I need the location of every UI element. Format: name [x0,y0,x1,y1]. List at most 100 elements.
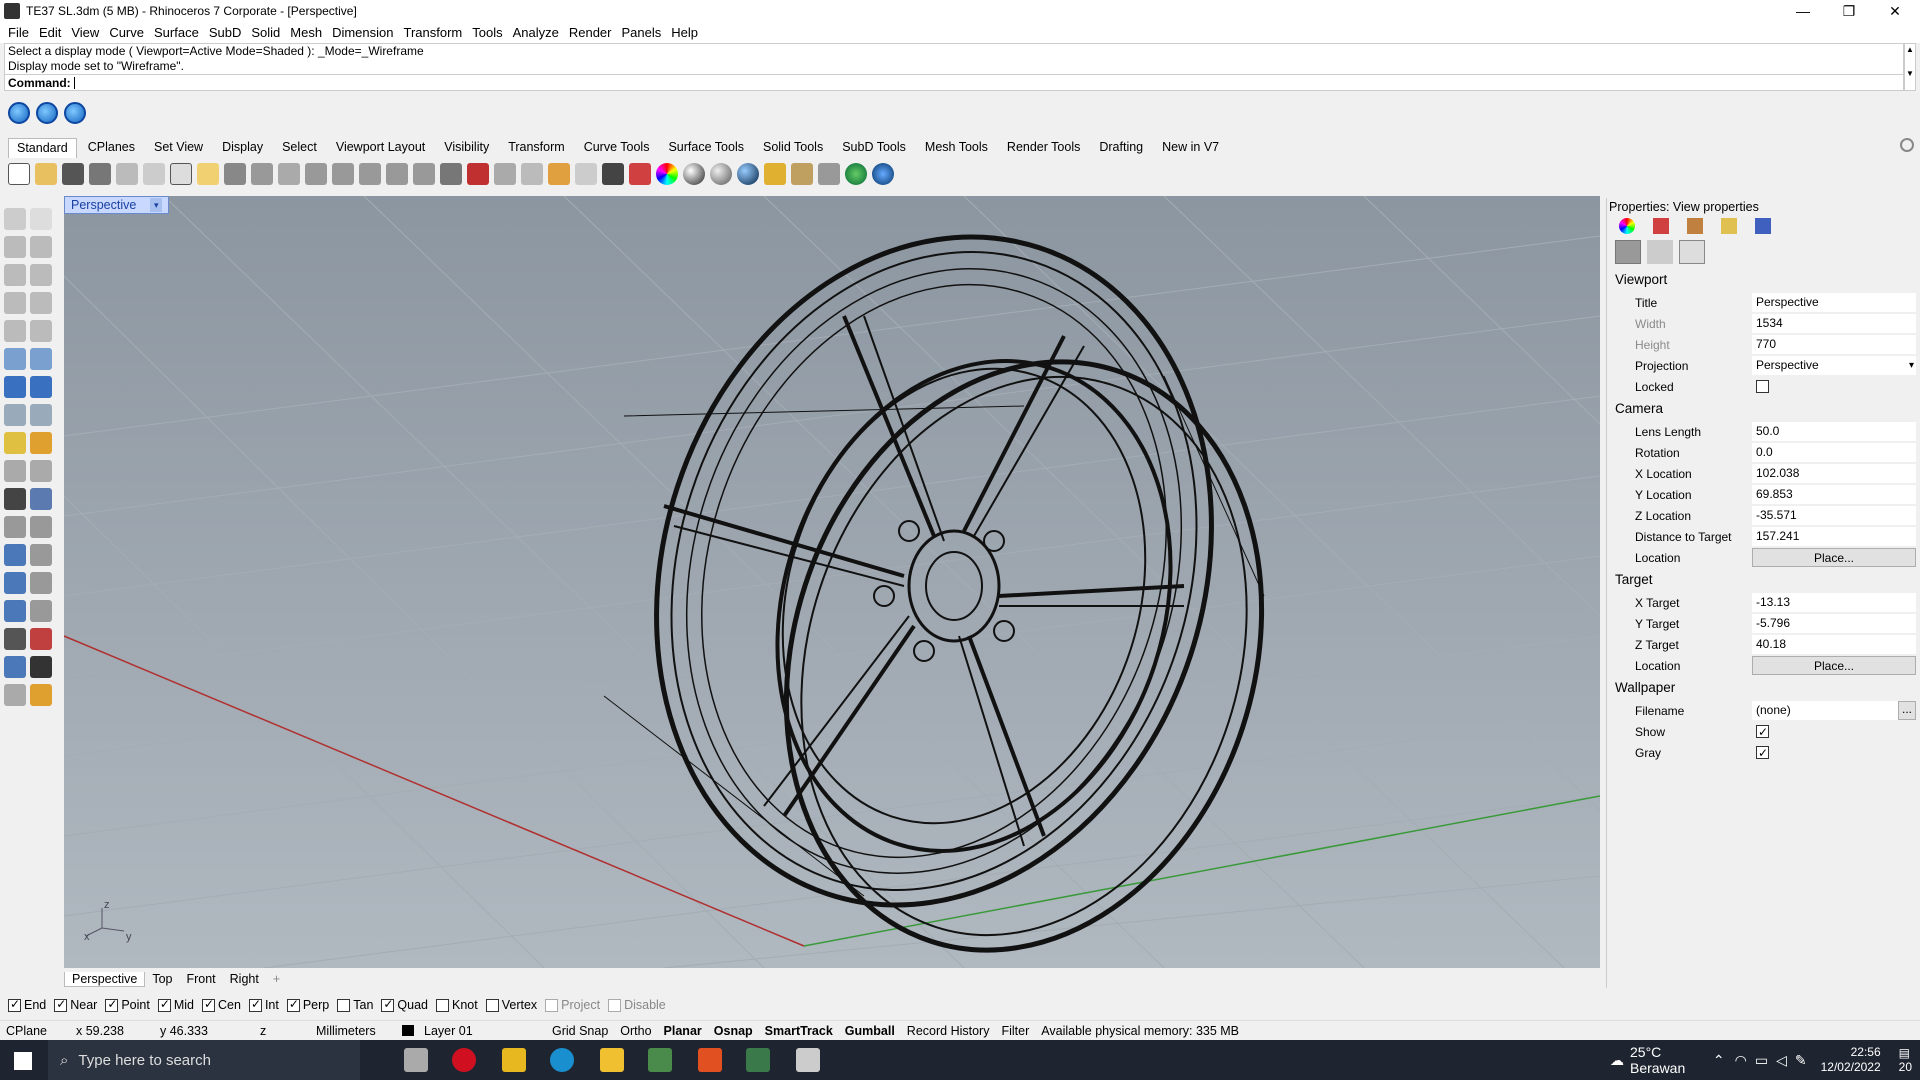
osnap-checkbox[interactable] [381,997,395,1012]
command-history-scroll[interactable]: ▲ ▼ [1904,43,1916,91]
smarttrack-toggle[interactable]: SmartTrack [759,1024,839,1038]
import-icon[interactable] [116,163,138,185]
polyline-icon[interactable] [4,236,26,258]
tab-surface-tools[interactable]: Surface Tools [660,138,752,158]
text-icon[interactable] [4,544,26,566]
viewport-tab-top[interactable]: Top [145,972,179,986]
light-icon[interactable] [4,432,26,454]
menu-help[interactable]: Help [669,25,706,40]
osnap-perp[interactable]: Perp [286,997,329,1012]
group-icon[interactable] [30,488,52,510]
tab-standard[interactable]: Standard [8,138,77,158]
solid-icon[interactable] [4,600,26,622]
select-circle-icon[interactable] [521,163,543,185]
tab-new-in-v7[interactable]: New in V7 [1154,138,1227,158]
osnap-checkbox[interactable] [337,998,351,1012]
join-icon[interactable] [4,488,26,510]
tab-solid-tools[interactable]: Solid Tools [755,138,831,158]
scale-icon[interactable] [30,544,52,566]
speaker-icon[interactable]: ◁ [1776,1052,1787,1069]
osnap-checkbox[interactable] [545,998,559,1012]
osnap-mid[interactable]: Mid [157,997,194,1012]
analyze-icon[interactable] [4,656,26,678]
edit-tab-icon[interactable] [1647,240,1673,264]
pan-hand-icon[interactable] [251,163,273,185]
gumball-toggle[interactable]: Gumball [839,1024,901,1038]
osnap-project[interactable]: Project [545,998,600,1012]
rhino-settings-icon[interactable] [36,102,58,124]
circle-icon[interactable] [4,264,26,286]
menu-surface[interactable]: Surface [152,25,207,40]
color-wheel-icon[interactable] [656,163,678,185]
explode-icon[interactable] [30,432,52,454]
menu-file[interactable]: File [6,25,37,40]
grid-snap-toggle[interactable]: Grid Snap [546,1024,614,1038]
toolbar-options-gear-icon[interactable] [1900,138,1914,152]
tab-cplanes[interactable]: CPlanes [80,138,143,158]
mesh-icon[interactable] [4,404,26,426]
osnap-toggle[interactable]: Osnap [708,1024,759,1038]
menu-panels[interactable]: Panels [619,25,669,40]
loft-icon[interactable] [30,348,52,370]
z-target-field[interactable]: 40.18 [1752,635,1916,654]
folder-app-icon[interactable] [600,1048,624,1072]
y-target-field[interactable]: -5.796 [1752,614,1916,633]
fillet-icon[interactable] [30,516,52,538]
power-icon[interactable]: ▭ [1755,1052,1768,1069]
clock[interactable]: 22:56 12/02/2022 [1821,1045,1881,1075]
rhino-update-icon[interactable] [8,102,30,124]
menu-render[interactable]: Render [567,25,620,40]
record-history-toggle[interactable]: Record History [901,1024,996,1038]
snap-icon[interactable] [30,628,52,650]
cut-icon[interactable] [143,163,165,185]
browse-button[interactable]: ... [1898,701,1916,720]
rendered-sphere-icon[interactable] [710,163,732,185]
open-file-icon[interactable] [35,163,57,185]
osnap-near[interactable]: Near [54,997,97,1012]
osnap-end[interactable]: End [8,997,46,1012]
command-line[interactable]: Command: [4,74,1904,91]
print-icon[interactable] [89,163,111,185]
projection-select[interactable]: Perspective ▾ [1752,356,1916,375]
close-button[interactable]: ✕ [1872,0,1918,22]
title-field[interactable]: Perspective [1752,293,1916,312]
offset-icon[interactable] [4,516,26,538]
grid-icon[interactable] [440,163,462,185]
command-history[interactable]: Select a display mode ( Viewport=Active … [4,43,1904,75]
shaded-sphere-icon[interactable] [683,163,705,185]
menu-subd[interactable]: SubD [207,25,250,40]
car-icon[interactable] [467,163,489,185]
array-icon[interactable] [4,628,26,650]
rendering-tab-icon[interactable] [1687,218,1703,234]
copy-icon[interactable] [170,163,192,185]
tab-mesh-tools[interactable]: Mesh Tools [917,138,996,158]
dimension-tool-icon[interactable] [30,600,52,622]
x-location-field[interactable]: 102.038 [1752,464,1916,483]
camera-place-button[interactable]: Place... [1752,548,1916,567]
app-icon[interactable] [648,1048,672,1072]
perspective-viewport[interactable]: z x y [64,196,1600,968]
add-viewport-tab-icon[interactable]: + [266,972,287,986]
chevron-up-icon[interactable]: ⌃ [1713,1052,1725,1069]
menu-view[interactable]: View [69,25,107,40]
arc-icon[interactable] [4,292,26,314]
undo-view-icon[interactable] [413,163,435,185]
osnap-checkbox[interactable] [8,997,21,1012]
polygon-icon[interactable] [4,320,26,342]
surface-icon[interactable] [4,348,26,370]
rotate-view-icon[interactable] [278,163,300,185]
zoom-extents-icon[interactable] [359,163,381,185]
menu-dimension[interactable]: Dimension [330,25,401,40]
dimension-icon[interactable] [818,163,840,185]
weather-text[interactable]: 25°C Berawan [1630,1044,1699,1076]
y-location-field[interactable]: 69.853 [1752,485,1916,504]
tab-viewport-layout[interactable]: Viewport Layout [328,138,433,158]
boolean-icon[interactable] [30,376,52,398]
tab-display[interactable]: Display [214,138,271,158]
notification-icon[interactable]: ▤ 20 [1899,1046,1920,1074]
taskbar-search-box[interactable]: ⌕ Type here to search [48,1040,360,1080]
rectangle-icon[interactable] [30,292,52,314]
options-gear-icon[interactable] [791,163,813,185]
edge-icon[interactable] [550,1048,574,1072]
viewport-tab-front[interactable]: Front [179,972,222,986]
